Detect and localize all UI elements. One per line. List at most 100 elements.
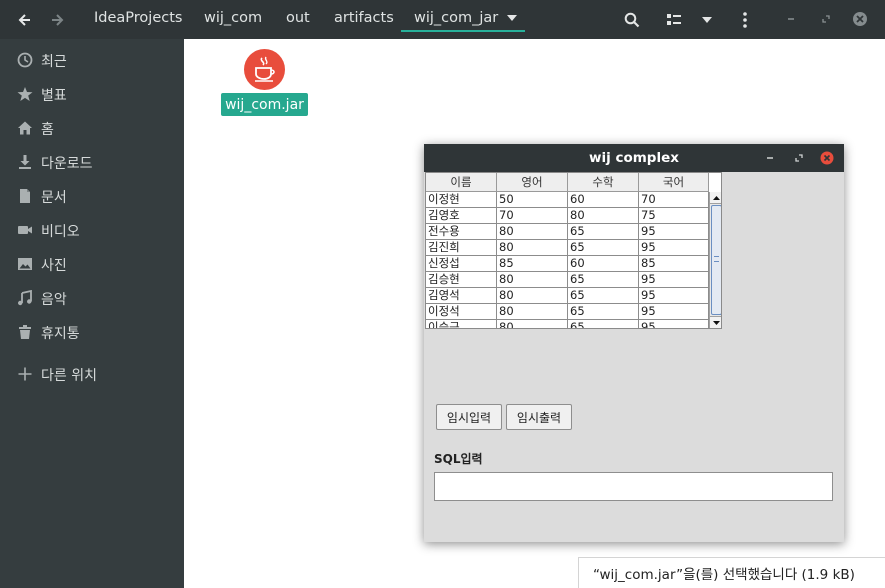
column-header-name[interactable]: 이름 <box>426 173 497 192</box>
table-cell[interactable]: 95 <box>639 272 709 288</box>
music-icon <box>18 290 32 306</box>
sidebar-item-documents[interactable]: 문서 <box>0 181 184 211</box>
table-scrollbar[interactable] <box>709 192 721 328</box>
scroll-up-button[interactable] <box>710 192 721 204</box>
breadcrumb-out[interactable]: out <box>286 0 310 36</box>
table-cell[interactable]: 65 <box>568 272 639 288</box>
breadcrumb-ideaprojects[interactable]: IdeaProjects <box>94 0 182 36</box>
table-cell[interactable]: 80 <box>497 240 568 256</box>
breadcrumb-artifacts[interactable]: artifacts <box>334 0 394 36</box>
column-header-english[interactable]: 영어 <box>497 173 568 192</box>
column-header-math[interactable]: 수학 <box>568 173 639 192</box>
table-cell[interactable]: 95 <box>639 224 709 240</box>
table-cell[interactable]: 95 <box>639 288 709 304</box>
view-options-button[interactable] <box>696 0 718 39</box>
table-cell[interactable]: 65 <box>568 288 639 304</box>
sidebar-item-home[interactable]: 홈 <box>0 113 184 143</box>
table-cell[interactable]: 50 <box>497 192 568 208</box>
sidebar: 최근 별표 홈 다운로드 문서 비디오 사진 음악 휴지통 다른 위치 <box>0 39 184 588</box>
minimize-button[interactable] <box>780 8 802 30</box>
close-button[interactable] <box>849 8 871 30</box>
table-cell[interactable]: 65 <box>568 240 639 256</box>
window-maximize-button[interactable] <box>791 150 807 166</box>
table-cell[interactable]: 80 <box>497 272 568 288</box>
table-cell[interactable]: 60 <box>568 256 639 272</box>
table-cell[interactable]: 95 <box>639 320 709 328</box>
table-cell[interactable]: 65 <box>568 224 639 240</box>
sidebar-item-label: 다운로드 <box>41 156 93 172</box>
maximize-icon <box>822 15 830 23</box>
scroll-thumb[interactable] <box>711 205 721 315</box>
sql-input[interactable] <box>434 472 833 501</box>
scroll-down-button[interactable] <box>710 316 721 328</box>
sidebar-item-music[interactable]: 음악 <box>0 283 184 313</box>
window-minimize-button[interactable] <box>762 150 778 166</box>
table-cell[interactable]: 85 <box>639 256 709 272</box>
temp-input-button[interactable]: 임시입력 <box>436 404 502 430</box>
sidebar-item-label: 다른 위치 <box>41 368 97 384</box>
sidebar-item-label: 최근 <box>41 54 67 70</box>
table-cell[interactable]: 95 <box>639 304 709 320</box>
caret-down-icon <box>702 16 712 23</box>
kebab-menu-icon <box>743 11 747 28</box>
column-header-korean[interactable]: 국어 <box>639 173 709 192</box>
table-cell[interactable]: 이정석 <box>426 304 497 320</box>
table-cell[interactable]: 김영호 <box>426 208 497 224</box>
maximize-button[interactable] <box>815 8 837 30</box>
arrow-left-icon <box>18 13 30 26</box>
minimize-icon <box>788 18 794 20</box>
sidebar-item-videos[interactable]: 비디오 <box>0 215 184 245</box>
picture-icon <box>18 258 32 270</box>
maximize-icon <box>795 154 803 162</box>
close-icon <box>853 12 867 26</box>
temp-output-button[interactable]: 임시출력 <box>506 404 572 430</box>
table-cell[interactable]: 이승근 <box>426 320 497 328</box>
table-cell[interactable]: 85 <box>497 256 568 272</box>
table-cell[interactable]: 65 <box>568 320 639 328</box>
table-cell[interactable]: 75 <box>639 208 709 224</box>
table-cell[interactable]: 95 <box>639 240 709 256</box>
table-cell[interactable]: 80 <box>497 304 568 320</box>
breadcrumb-wij-com[interactable]: wij_com <box>204 0 262 36</box>
file-item-icon[interactable] <box>244 49 285 90</box>
score-table: 이름 영어 수학 국어 이정현 50 60 70 김영호 70 80 75 전수용 80 65 95 김… <box>425 172 722 329</box>
table-cell[interactable]: 80 <box>568 208 639 224</box>
table-cell[interactable]: 김승현 <box>426 272 497 288</box>
close-icon <box>820 151 834 165</box>
table-cell[interactable]: 80 <box>497 320 568 328</box>
sidebar-item-pictures[interactable]: 사진 <box>0 249 184 279</box>
table-cell[interactable]: 70 <box>639 192 709 208</box>
sidebar-item-label: 문서 <box>41 190 67 206</box>
search-button[interactable] <box>620 0 644 39</box>
view-toggle-button[interactable] <box>662 0 686 39</box>
table-cell[interactable]: 김영석 <box>426 288 497 304</box>
back-button[interactable] <box>12 0 36 39</box>
table-cell[interactable]: 80 <box>497 224 568 240</box>
home-icon <box>18 121 32 135</box>
sidebar-item-recent[interactable]: 최근 <box>0 45 184 75</box>
sidebar-item-starred[interactable]: 별표 <box>0 79 184 109</box>
document-icon <box>20 189 30 203</box>
list-view-icon <box>667 13 681 25</box>
menu-button[interactable] <box>734 0 756 39</box>
table-cell[interactable]: 신정섭 <box>426 256 497 272</box>
sidebar-item-label: 비디오 <box>41 224 80 240</box>
sidebar-item-other-locations[interactable]: 다른 위치 <box>0 359 184 389</box>
forward-button[interactable] <box>46 0 70 39</box>
window-titlebar[interactable]: wij complex <box>424 144 844 172</box>
sidebar-item-label: 홈 <box>41 122 54 138</box>
clock-icon <box>17 52 33 68</box>
table-cell[interactable]: 80 <box>497 288 568 304</box>
window-close-button[interactable] <box>819 150 835 166</box>
table-cell[interactable]: 김진희 <box>426 240 497 256</box>
table-cell[interactable]: 65 <box>568 304 639 320</box>
table-cell[interactable]: 70 <box>497 208 568 224</box>
file-item-label[interactable]: wij_com.jar <box>221 93 308 116</box>
table-cell[interactable]: 60 <box>568 192 639 208</box>
sidebar-item-downloads[interactable]: 다운로드 <box>0 147 184 177</box>
table-cell[interactable]: 이정현 <box>426 192 497 208</box>
search-icon <box>624 12 640 27</box>
table-cell[interactable]: 전수용 <box>426 224 497 240</box>
sidebar-item-trash[interactable]: 휴지통 <box>0 317 184 347</box>
status-message: “wij_com.jar”을(를) 선택했습니다 (1.9 kB) <box>578 557 885 588</box>
